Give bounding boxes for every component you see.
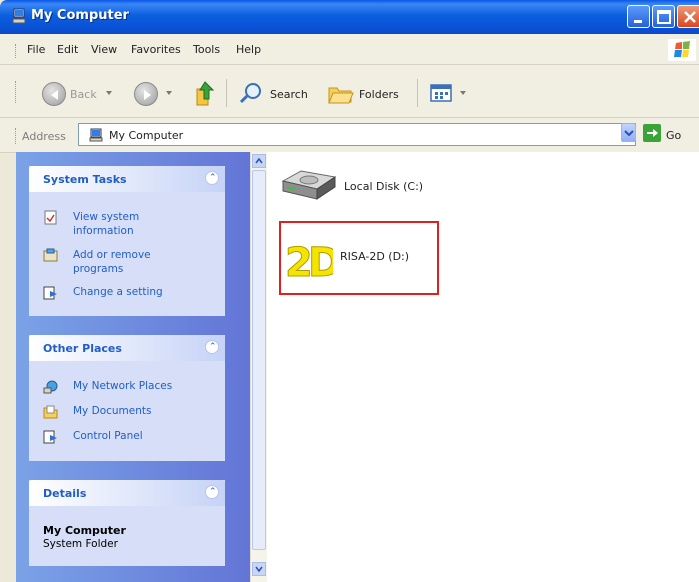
chevron-down-icon — [255, 566, 263, 573]
toolbar-separator — [226, 79, 227, 107]
toolbar-separator — [417, 79, 418, 107]
address-dropdown-button[interactable] — [621, 123, 636, 142]
menu-view[interactable]: View — [91, 43, 117, 56]
back-arrow-icon — [51, 90, 58, 100]
toolbar-grip[interactable] — [15, 81, 19, 103]
system-tasks-header[interactable]: System Tasks ⌃ — [29, 166, 225, 192]
other-places-header[interactable]: Other Places ⌃ — [29, 335, 225, 361]
chevron-down-icon — [624, 130, 634, 137]
my-computer-app-icon — [12, 8, 26, 24]
add-remove-programs-icon — [43, 248, 58, 262]
details-name: My Computer — [43, 524, 126, 537]
up-folder-icon[interactable] — [194, 79, 216, 107]
menu-edit[interactable]: Edit — [57, 43, 78, 56]
chevron-up-icon — [255, 157, 263, 164]
scroll-thumb[interactable] — [252, 170, 266, 550]
minimize-button[interactable] — [627, 5, 650, 28]
search-icon[interactable] — [238, 81, 264, 105]
menu-tools[interactable]: Tools — [193, 43, 220, 56]
other-places-panel: Other Places ⌃ My Network Places My Docu… — [29, 335, 225, 461]
details-panel: Details ⌃ My Computer System Folder — [29, 480, 225, 566]
address-input[interactable]: My Computer — [78, 123, 636, 146]
network-places-icon — [43, 380, 58, 394]
scroll-down-button[interactable] — [252, 562, 266, 576]
forward-dropdown-caret-icon[interactable] — [166, 91, 172, 95]
forward-button[interactable] — [134, 82, 158, 106]
close-button[interactable] — [677, 5, 699, 28]
selection-highlight-box — [279, 221, 439, 295]
go-label[interactable]: Go — [666, 129, 681, 142]
my-documents-icon — [43, 405, 58, 419]
menu-grip[interactable] — [15, 44, 19, 58]
file-view — [267, 152, 699, 582]
collapse-icon[interactable]: ⌃ — [205, 340, 219, 354]
folders-icon[interactable] — [327, 81, 355, 105]
search-button-label[interactable]: Search — [270, 88, 308, 101]
back-button[interactable] — [42, 82, 66, 106]
folders-button-label[interactable]: Folders — [359, 88, 399, 101]
go-arrow-icon — [647, 129, 658, 137]
address-bar: Address My Computer — [0, 118, 699, 153]
local-disk-c-item[interactable]: Local Disk (C:) — [279, 167, 449, 207]
standard-toolbar: Back Search Folders — [0, 65, 699, 118]
back-label: Back — [70, 88, 97, 101]
scroll-up-button[interactable] — [252, 154, 266, 168]
forward-arrow-icon — [144, 90, 151, 100]
details-type: System Folder — [43, 538, 118, 550]
my-computer-icon — [89, 128, 103, 142]
explorer-window: My Computer File Edit View Favorites Too… — [0, 0, 699, 582]
collapse-icon[interactable]: ⌃ — [205, 171, 219, 185]
details-title: Details — [43, 487, 87, 500]
local-disk-c-label: Local Disk (C:) — [344, 180, 424, 193]
maximize-button[interactable] — [652, 5, 675, 28]
control-panel-icon — [43, 286, 57, 300]
system-information-icon — [44, 210, 57, 225]
menu-bar: File Edit View Favorites Tools Help — [0, 34, 699, 65]
control-panel-icon — [43, 430, 57, 444]
menu-favorites[interactable]: Favorites — [131, 43, 181, 56]
window-title: My Computer — [31, 8, 129, 23]
details-header[interactable]: Details ⌃ — [29, 480, 225, 506]
address-value: My Computer — [109, 129, 184, 142]
menu-help[interactable]: Help — [236, 43, 261, 56]
other-places-title: Other Places — [43, 342, 122, 355]
address-grip[interactable] — [15, 128, 19, 144]
task-pane-scrollbar[interactable] — [250, 152, 267, 582]
system-tasks-panel: System Tasks ⌃ View system information A… — [29, 166, 225, 316]
collapse-icon[interactable]: ⌃ — [205, 485, 219, 499]
system-tasks-title: System Tasks — [43, 173, 127, 186]
title-bar[interactable]: My Computer — [0, 0, 699, 34]
menu-file[interactable]: File — [27, 43, 45, 56]
hard-disk-icon — [281, 170, 337, 200]
views-icon[interactable] — [429, 82, 455, 104]
go-button[interactable] — [643, 124, 661, 142]
task-pane: System Tasks ⌃ View system information A… — [16, 152, 250, 582]
back-dropdown-caret-icon[interactable] — [106, 91, 112, 95]
windows-logo-icon — [668, 39, 696, 61]
views-dropdown-caret-icon[interactable] — [460, 91, 466, 95]
address-label: Address — [22, 130, 66, 143]
